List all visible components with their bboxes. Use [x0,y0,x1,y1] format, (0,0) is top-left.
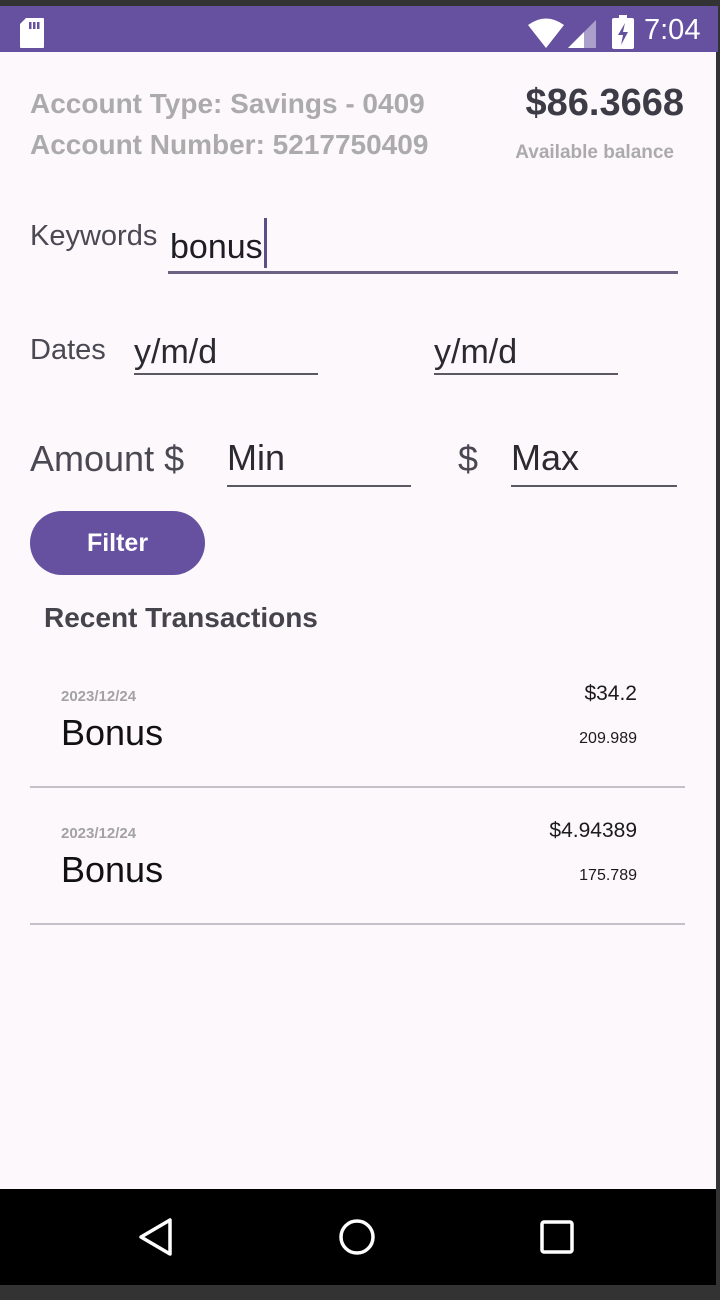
amount-label: Amount $ [30,438,185,479]
recent-apps-icon[interactable] [537,1217,577,1257]
transaction-amount: $34.2 [584,682,637,705]
keywords-input[interactable]: bonus [168,212,678,274]
balance-amount: $86.3668 [525,82,685,124]
max-currency-label: $ [458,438,479,479]
battery-charging-icon [612,15,634,49]
account-type: Account Type: Savings - 0409 [30,88,425,119]
transaction-amount: $4.94389 [549,819,637,842]
filter-button[interactable]: Filter [30,511,205,575]
transaction-description: Bonus [61,712,164,753]
transaction-row[interactable]: 2023/12/24 Bonus $34.2 209.989 [30,652,685,788]
keywords-value: bonus [170,228,263,266]
text-caret [263,218,267,268]
device-frame: 7:04 Account Type: Savings - 0409 Accoun… [0,0,720,1300]
navigation-bar [0,1189,716,1285]
wifi-icon [528,18,564,48]
start-date-field[interactable]: y/m/d [134,327,318,375]
account-number: Account Number: 5217750409 [30,129,429,160]
signal-icon [568,20,596,48]
keywords-label: Keywords [30,220,158,252]
amount-max-field[interactable]: Max [511,431,677,487]
transaction-balance: 175.789 [579,867,637,884]
transaction-row[interactable]: 2023/12/24 Bonus $4.94389 175.789 [30,789,685,925]
transaction-description: Bonus [61,849,164,890]
amount-min-field[interactable]: Min [227,431,411,487]
balance-label: Available balance [515,142,674,163]
account-screen: Account Type: Savings - 0409 Account Num… [0,52,716,1189]
back-icon[interactable] [137,1217,177,1257]
clock: 7:04 [644,14,701,46]
transaction-balance: 209.989 [579,730,637,747]
status-bar: 7:04 [0,6,718,52]
recent-transactions-title: Recent Transactions [44,602,318,633]
sd-card-icon [20,18,44,48]
home-icon[interactable] [337,1217,377,1257]
dates-label: Dates [30,334,106,366]
transaction-date: 2023/12/24 [61,825,137,842]
transaction-date: 2023/12/24 [61,688,137,705]
end-date-field[interactable]: y/m/d [434,327,618,375]
